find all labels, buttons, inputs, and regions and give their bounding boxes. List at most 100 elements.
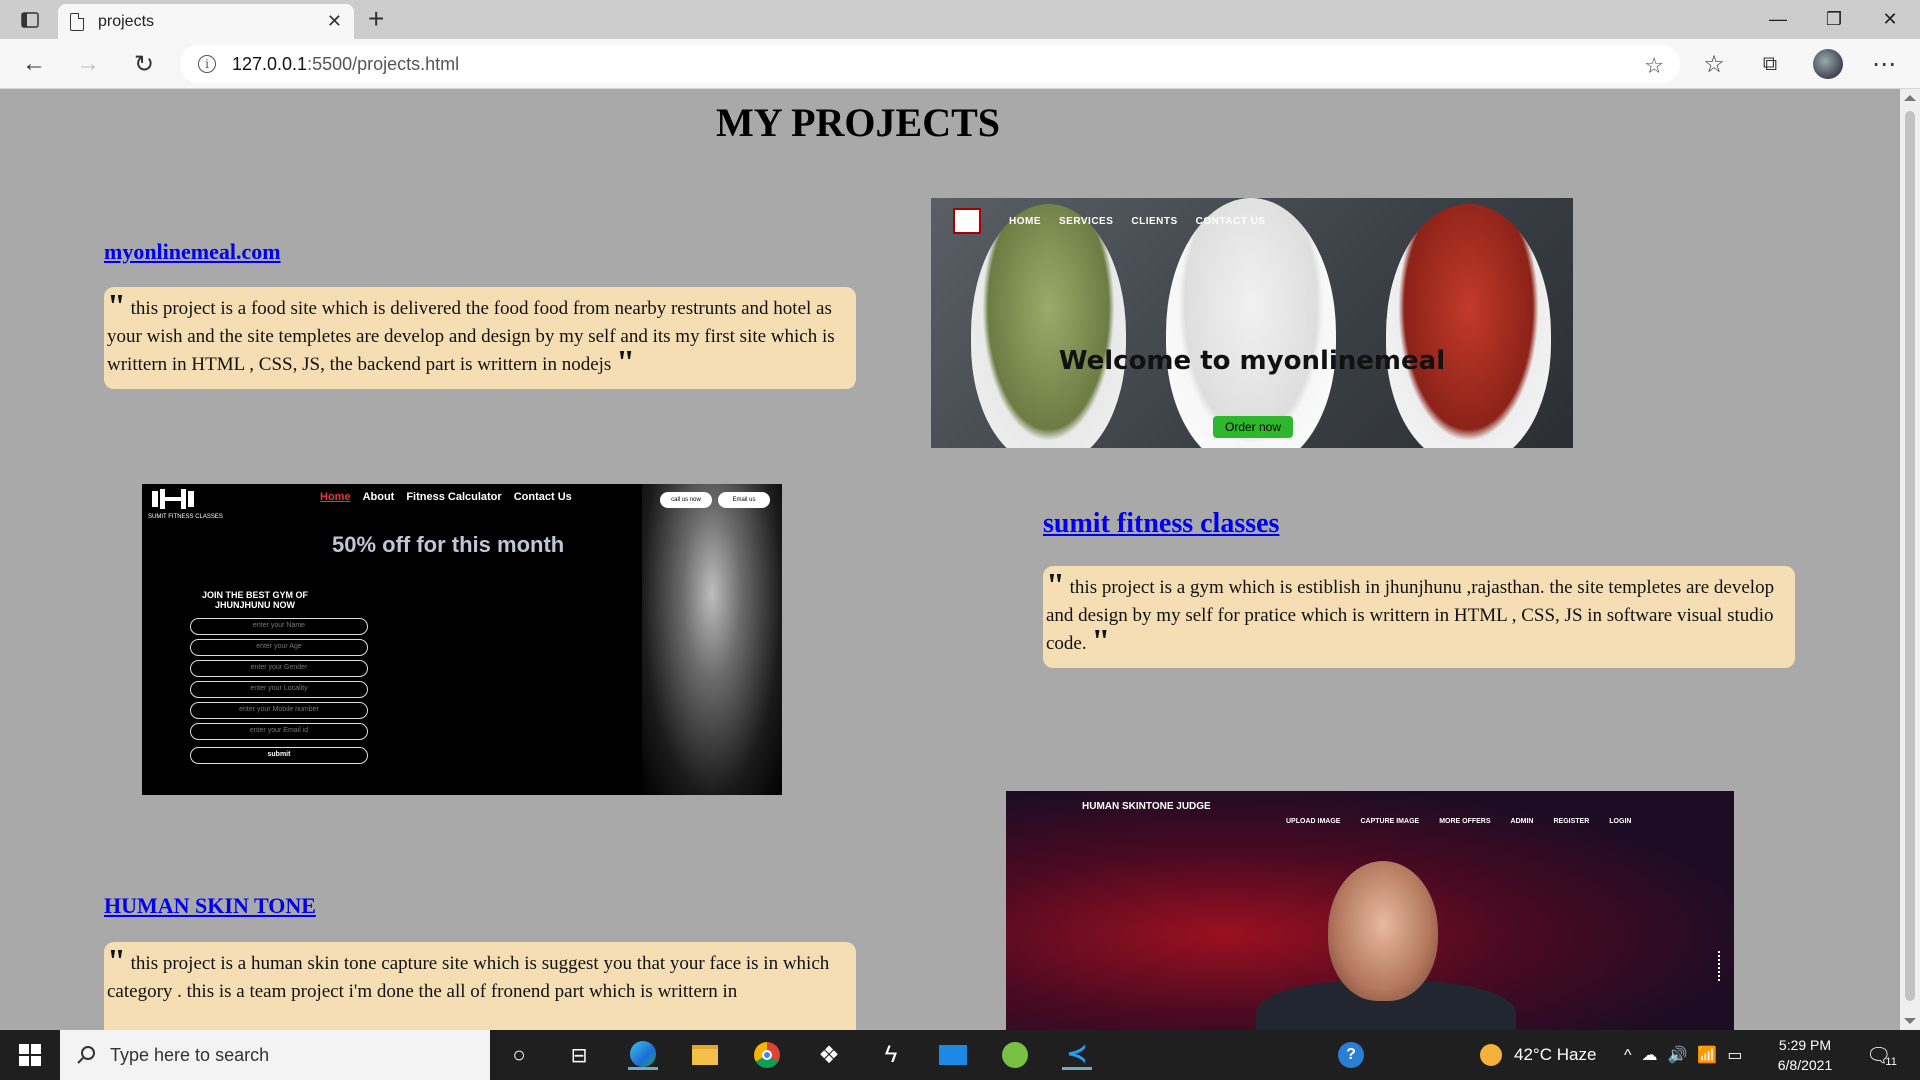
search-icon [77,1046,95,1064]
notifications-icon[interactable]: 🗨 11 [1866,1030,1897,1080]
weather-widget[interactable]: 42°C Haze [1480,1030,1596,1080]
page-icon [70,12,84,31]
project-description-sumit-fitness: " this project is a gym which is estibli… [1043,566,1795,668]
gym-athlete-image [642,484,782,795]
weather-icon [1480,1044,1502,1066]
meal-logo-icon [953,208,981,234]
new-tab-button[interactable]: + [368,4,384,34]
open-quote: " [107,288,126,325]
windows-start-icon[interactable] [0,1030,60,1080]
back-button[interactable]: ← [16,47,52,81]
task-view-icon[interactable]: ⊟ [564,1040,594,1070]
gym-field: enter your Locality [190,681,368,698]
tab-projects[interactable]: projects ✕ [58,4,354,39]
project-description-human-skin-tone: " this project is a human skin tone capt… [104,942,856,1030]
refresh-button[interactable]: ↻ [126,47,162,81]
portrait-face [1328,861,1438,1001]
weather-text: 42°C Haze [1514,1045,1597,1064]
carousel-dots-icon [1718,951,1724,981]
gym-field: enter your Age [190,639,368,656]
meal-nav-clients: CLIENTS [1131,216,1178,227]
gym-field: enter your Gender [190,660,368,677]
edge-icon[interactable] [628,1040,658,1070]
description-text: this project is a food site which is del… [107,298,835,375]
meal-nav-home: HOME [1009,216,1041,227]
skin-menu-offers: MORE OFFERS [1439,818,1491,825]
tab-actions-icon[interactable] [14,8,46,32]
close-window-button[interactable]: ✕ [1862,0,1918,39]
gym-email-button: Email us [718,492,770,508]
project-link-human-skin-tone[interactable]: HUMAN SKIN TONE [104,893,316,919]
page-scrollbar[interactable] [1900,89,1920,1030]
url-path: :5500/projects.html [307,53,460,74]
profile-avatar[interactable] [1813,49,1843,79]
site-info-icon[interactable]: i [198,55,216,73]
gym-field: enter your Name [190,618,368,635]
meal-headline: Welcome to myonlinemeal [1058,346,1446,376]
scroll-down-icon[interactable] [1904,1018,1916,1024]
taskbar-clock[interactable]: 5:29 PM 6/8/2021 [1760,1035,1850,1075]
mail-icon[interactable] [938,1040,968,1070]
more-menu-icon[interactable]: ⋯ [1866,47,1902,81]
minimize-button[interactable]: — [1750,0,1806,39]
chrome-icon[interactable] [752,1040,782,1070]
gym-brand: SUMIT FITNESS CLASSES [148,514,223,520]
meal-nav-services: SERVICES [1059,216,1114,227]
close-tab-icon[interactable]: ✕ [327,11,342,32]
taskbar-search-box[interactable]: Type here to search [60,1030,490,1080]
scrollbar-thumb[interactable] [1905,111,1915,1001]
sumit-fitness-screenshot: SUMIT FITNESS CLASSES Home About Fitness C… [142,484,782,795]
cortana-icon[interactable]: ○ [504,1040,534,1070]
address-bar[interactable]: i 127.0.0.1:5500/projects.html ☆ [180,45,1680,83]
restore-button[interactable]: ❐ [1806,0,1862,39]
project-link-myonlinemeal[interactable]: myonlinemeal.com [104,239,281,265]
system-tray-icons[interactable]: ^☁🔊📶▭ [1624,1030,1752,1080]
dumbbell-icon [150,489,196,509]
skin-menu: UPLOAD IMAGE CAPTURE IMAGE MORE OFFERS ADMI… [1286,818,1651,825]
gym-submit: submit [190,747,368,764]
skin-menu-register: REGISTER [1553,818,1590,825]
gym-nav-home: Home [320,491,351,503]
tab-title: projects [98,12,155,30]
url-host: 127.0.0.1 [232,53,308,74]
page-title: MY PROJECTS [715,100,1001,145]
gym-nav-about: About [362,491,395,503]
project-link-sumit-fitness[interactable]: sumit fitness classes [1043,508,1279,540]
description-text: this project is a gym which is estiblish… [1046,577,1775,654]
scroll-up-icon[interactable] [1904,95,1916,101]
description-text: this project is a human skin tone captur… [107,953,830,1002]
meal-nav: HOME SERVICES CLIENTS CONTACT US [1009,216,1283,227]
gym-nav: Home About Fitness Calculator Contact Us [320,491,584,503]
search-placeholder: Type here to search [110,1044,270,1065]
skin-menu-login: LOGIN [1609,818,1632,825]
app-icon[interactable]: ϟ [876,1040,906,1070]
skin-brand: HUMAN SKINTONE JUDGE [1082,801,1211,812]
forward-button[interactable]: → [70,47,106,81]
skin-menu-admin: ADMIN [1510,818,1534,825]
gym-offer-text: 50% off for this month [332,532,565,557]
gym-field: enter your Mobile number [190,702,368,719]
notification-count: 11 [1885,1056,1897,1068]
tab-strip: projects ✕ + — ❐ ✕ [0,0,1920,39]
gym-join-text: JOIN THE BEST GYM OF JHUNJHUNU NOW [201,590,308,610]
gym-nav-fitness-calculator: Fitness Calculator [406,491,502,503]
human-skin-tone-screenshot: HUMAN SKINTONE JUDGE UPLOAD IMAGE CAPTURE… [1006,791,1734,1030]
collections-icon[interactable]: ⧉ [1752,47,1788,81]
address-bar-row: ← → ↻ i 127.0.0.1:5500/projects.html ☆ ☆… [0,39,1920,89]
windows-taskbar: Type here to search ○ ⊟ ❖ ϟ ≺ ? 42°C Haz… [0,1030,1920,1080]
skin-menu-upload: UPLOAD IMAGE [1286,818,1341,825]
project-description-myonlinemeal: " this project is a food site which is d… [104,287,856,389]
gym-field: enter your Email id [190,723,368,740]
file-explorer-icon[interactable] [690,1040,720,1070]
favorites-icon[interactable]: ☆ [1696,47,1732,81]
help-icon[interactable]: ? [1336,1040,1366,1070]
utorrent-icon[interactable] [1000,1040,1030,1070]
vscode-icon[interactable]: ≺ [1062,1038,1092,1070]
add-favorite-icon[interactable]: ☆ [1644,53,1664,79]
meal-nav-contact: CONTACT US [1195,216,1266,227]
skin-menu-capture: CAPTURE IMAGE [1360,818,1420,825]
gym-nav-contact: Contact Us [513,491,572,503]
dropbox-icon[interactable]: ❖ [814,1040,844,1070]
clock-date: 6/8/2021 [1777,1057,1833,1073]
meal-order-button: Order now [1213,416,1293,438]
